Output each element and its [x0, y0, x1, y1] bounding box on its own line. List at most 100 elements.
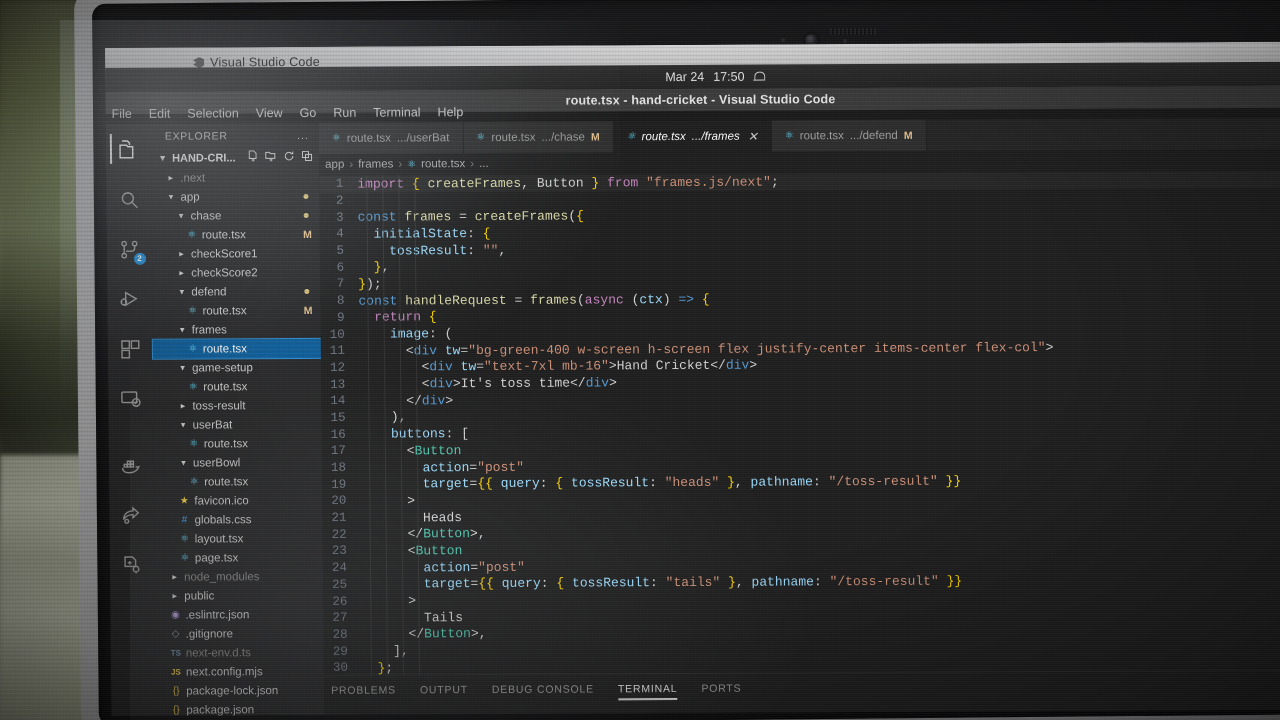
menu-item-selection[interactable]: Selection [187, 106, 239, 120]
file-tree-item-label: userBowl [192, 456, 241, 470]
search-icon[interactable] [111, 182, 147, 216]
chevron-down-icon[interactable]: ▾ [177, 363, 188, 374]
line-number: 26 [332, 594, 348, 609]
close-icon[interactable]: ✕ [748, 129, 758, 143]
panel-tab-output[interactable]: OUTPUT [420, 684, 468, 696]
panel-tab-ports[interactable]: PORTS [701, 683, 741, 695]
os-app-label-text: Visual Studio Code [210, 54, 320, 70]
menu-item-file[interactable]: File [112, 107, 132, 121]
new-folder-icon[interactable] [265, 150, 277, 165]
file-tree-item[interactable]: ▸ .next [151, 168, 319, 188]
file-tree-item[interactable]: ▸ toss-result [153, 396, 321, 416]
file-tree-item[interactable]: ▸ checkScore1 [152, 244, 320, 264]
chevron-down-icon[interactable]: ▾ [176, 287, 187, 298]
chevron-right-icon[interactable]: ▸ [169, 591, 180, 602]
editor-tab[interactable]: ⚛ route.tsx .../defend M [771, 119, 927, 152]
menu-item-go[interactable]: Go [300, 106, 317, 120]
code-line-text: import { createFrames, Button } from "fr… [357, 174, 779, 192]
file-tree-item[interactable]: ⚛ page.tsx [155, 548, 323, 568]
javascript-file-icon: JS [171, 667, 181, 677]
chevron-right-icon[interactable]: ▸ [176, 268, 187, 279]
file-tree-item[interactable]: ★ favicon.ico [154, 491, 322, 511]
source-control-icon[interactable]: 2 [111, 232, 147, 266]
file-tree-item[interactable]: TS next-env.d.ts [156, 643, 324, 663]
file-tree-item[interactable]: {} package-lock.json [156, 681, 324, 701]
code-editor[interactable]: 1 import { createFrames, Button } from "f… [319, 170, 1280, 676]
file-tree-item[interactable]: {} package.json [156, 700, 324, 716]
line-number: 10 [329, 327, 345, 342]
file-tree-item[interactable]: ◉ .eslintrc.json [155, 605, 323, 625]
file-tree-item[interactable]: ▸ public [155, 586, 323, 606]
chevron-down-icon[interactable]: ▾ [177, 325, 188, 336]
explorer-more-actions-icon[interactable]: ... [297, 130, 309, 142]
share-icon[interactable] [114, 498, 150, 532]
file-tree-item-label: page.tsx [194, 551, 239, 565]
file-tree-item[interactable]: JS next.config.mjs [156, 662, 324, 682]
breadcrumb-segment[interactable]: frames [358, 158, 393, 170]
file-tree-item-label: route.tsx [202, 304, 247, 317]
panel-tab-terminal[interactable]: TERMINAL [618, 683, 678, 695]
file-tree-item[interactable]: ▾ frames [153, 320, 321, 340]
chevron-right-icon[interactable]: ▸ [177, 401, 188, 412]
panel-tab-debug-console[interactable]: DEBUG CONSOLE [492, 683, 594, 696]
file-tree-item[interactable]: ⚛ route.tsx M [152, 301, 320, 321]
line-number: 5 [336, 243, 345, 258]
file-tree-item[interactable]: ⚛ layout.tsx [155, 529, 323, 549]
editor-tab-filename: route.tsx [641, 130, 686, 143]
file-tree-item[interactable]: ⚛ route.tsx [154, 434, 322, 454]
breadcrumb-segment[interactable]: route.tsx [421, 158, 465, 170]
menu-item-run[interactable]: Run [333, 106, 356, 120]
file-tree-item[interactable]: ▾ game-setup [153, 358, 321, 378]
chevron-down-icon[interactable]: ▾ [157, 153, 168, 164]
file-tree-item[interactable]: # globals.css [154, 510, 322, 530]
breadcrumb-separator-icon: › [349, 158, 354, 171]
file-tree-item[interactable]: ▾ userBowl [154, 453, 322, 473]
explorer-root-row[interactable]: ▾ HAND-CRI... [151, 147, 319, 169]
file-tree-item-label: route.tsx [201, 228, 246, 241]
chevron-down-icon[interactable]: ▾ [178, 458, 189, 469]
file-tree-item[interactable]: ▸ node_modules [155, 567, 323, 587]
menu-item-edit[interactable]: Edit [149, 107, 171, 121]
os-clock[interactable]: Mar 24 17:50 [665, 70, 764, 84]
run-and-debug-icon[interactable] [112, 282, 148, 316]
chevron-right-icon[interactable]: ▸ [165, 173, 176, 184]
breadcrumb-segment[interactable]: app [325, 159, 344, 171]
breadcrumb-segment[interactable]: ... [479, 158, 489, 170]
refresh-icon[interactable] [283, 150, 295, 165]
file-tree-item[interactable]: ▸ checkScore2 [152, 263, 320, 283]
editor-tab[interactable]: ⚛ route.tsx .../chase M [463, 121, 614, 154]
file-tree-item[interactable]: ▾ chase [152, 206, 320, 226]
new-file-icon[interactable] [247, 150, 259, 165]
git-change-dot [303, 212, 309, 218]
menu-item-terminal[interactable]: Terminal [373, 105, 420, 119]
copilot-settings-icon[interactable] [114, 548, 150, 582]
chevron-right-icon[interactable]: ▸ [176, 249, 187, 260]
chevron-right-icon[interactable]: ▸ [169, 572, 180, 583]
file-tree-item[interactable]: ▾ userBat [154, 415, 322, 435]
panel-tab-problems[interactable]: PROBLEMS [331, 684, 396, 696]
chevron-down-icon[interactable]: ▾ [178, 420, 189, 431]
explorer-root-label: HAND-CRI... [172, 151, 236, 165]
chevron-down-icon[interactable]: ▾ [165, 192, 176, 203]
file-tree-item[interactable]: ⚛ route.tsx [153, 377, 321, 397]
file-tree-item[interactable]: ⚛ route.tsx [154, 472, 322, 492]
vscode-body: 2 EXPLORER ... ▾ HAND-CRI... ▸ .next ▾ a… [105, 117, 1280, 716]
file-tree-item[interactable]: ⚛ route.tsx M [152, 225, 320, 245]
os-app-label[interactable]: Visual Studio Code [193, 55, 320, 70]
menu-item-help[interactable]: Help [437, 105, 463, 119]
extensions-icon[interactable] [112, 332, 148, 366]
chevron-down-icon[interactable]: ▾ [176, 211, 187, 222]
file-tree-item-selected[interactable]: ⚛ route.tsx [151, 337, 322, 360]
docker-icon[interactable] [113, 448, 149, 482]
file-tree-item-label: route.tsx [204, 475, 249, 488]
remote-explorer-icon[interactable] [113, 382, 149, 416]
editor-tab-active[interactable]: ⚛ route.tsx .../frames ✕ [613, 120, 772, 153]
collapse-all-icon[interactable] [301, 150, 313, 165]
file-tree-item[interactable]: ◇ .gitignore [156, 624, 324, 644]
file-tree-item[interactable]: ▾ defend [152, 282, 320, 302]
file-tree-item[interactable]: ▾ app [151, 187, 319, 207]
explorer-icon[interactable] [110, 132, 146, 166]
bell-icon[interactable] [753, 71, 764, 83]
editor-tab[interactable]: ⚛ route.tsx .../userBat [318, 122, 464, 154]
menu-item-view[interactable]: View [256, 106, 283, 120]
